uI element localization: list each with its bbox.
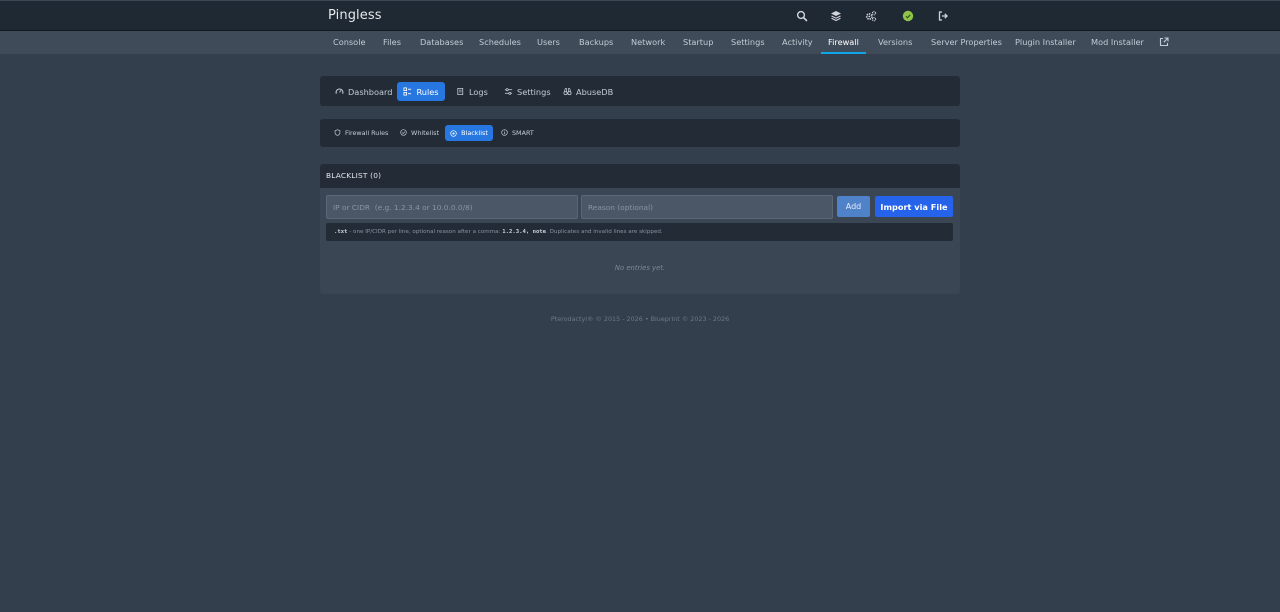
tab-logs-label: Logs: [469, 86, 488, 97]
subtab-smart-label: SMART: [512, 128, 534, 137]
tab-logs[interactable]: Logs: [456, 82, 488, 101]
nav-console[interactable]: Console: [333, 31, 366, 54]
nav-firewall[interactable]: Firewall: [821, 31, 866, 54]
nav-plugin-installer[interactable]: Plugin Installer: [1015, 31, 1076, 54]
info-circle-icon: [501, 129, 508, 136]
subtab-whitelist-label: Whitelist: [411, 128, 439, 137]
cogs-icon[interactable]: [865, 10, 877, 22]
add-button[interactable]: Add: [837, 196, 870, 217]
binoculars-icon: [563, 88, 572, 96]
empty-state: No entries yet.: [614, 264, 666, 272]
subtab-whitelist[interactable]: Whitelist: [400, 125, 439, 140]
nav-network[interactable]: Network: [631, 31, 665, 54]
nav-settings[interactable]: Settings: [731, 31, 765, 54]
tab-abusedb[interactable]: AbuseDB: [563, 82, 613, 101]
blacklist-card: BLACKLIST (0) Add Import via File .txt -…: [320, 164, 960, 294]
ban-icon: [450, 129, 457, 137]
nav-backups[interactable]: Backups: [579, 31, 613, 54]
nav-schedules[interactable]: Schedules: [479, 31, 521, 54]
nav-startup[interactable]: Startup: [683, 31, 713, 54]
nav-versions[interactable]: Versions: [878, 31, 912, 54]
tab-settings-label: Settings: [517, 86, 551, 97]
nav-users[interactable]: Users: [537, 31, 560, 54]
shield-icon: [334, 129, 341, 136]
tab-dashboard[interactable]: Dashboard: [335, 82, 392, 101]
tab-dashboard-label: Dashboard: [348, 86, 393, 97]
status-icon[interactable]: [902, 10, 914, 22]
subtab-firewall-rules-label: Firewall Rules: [345, 128, 389, 137]
scroll-icon: [457, 87, 464, 96]
hint-text-2: . Duplicates and invalid lines are skipp…: [546, 229, 663, 235]
import-file-button[interactable]: Import via File: [875, 196, 953, 217]
external-link-icon[interactable]: [1159, 37, 1169, 47]
tab-abusedb-label: AbuseDB: [576, 86, 614, 97]
list-check-icon: [403, 87, 412, 96]
top-bar: Pingless: [0, 0, 1280, 31]
layers-icon[interactable]: [830, 10, 842, 22]
logout-icon[interactable]: [937, 10, 949, 22]
reason-input[interactable]: [581, 195, 833, 219]
server-nav: Console Files Databases Schedules Users …: [0, 31, 1280, 54]
rules-subtabs: Firewall Rules Whitelist Blacklist SMART: [320, 119, 960, 147]
hint-text-1: - one IP/CIDR per line, optional reason …: [347, 229, 503, 235]
tab-rules-label: Rules: [416, 86, 439, 97]
blacklist-title: BLACKLIST (0): [326, 171, 382, 180]
hint-extension: .txt: [334, 229, 348, 235]
tab-rules[interactable]: Rules: [397, 82, 445, 101]
nav-files[interactable]: Files: [383, 31, 401, 54]
subtab-blacklist-label: Blacklist: [461, 129, 488, 137]
nav-mod-installer[interactable]: Mod Installer: [1091, 31, 1144, 54]
tab-settings[interactable]: Settings: [504, 82, 551, 101]
hint-example: 1.2.3.4, note: [502, 229, 547, 235]
footer: Pterodactyl® © 2015 - 2026 • Blueprint ©…: [550, 315, 730, 323]
nav-activity[interactable]: Activity: [782, 31, 813, 54]
gauge-icon: [335, 88, 344, 94]
nav-databases[interactable]: Databases: [420, 31, 463, 54]
ip-input[interactable]: [326, 195, 578, 219]
sliders-icon: [504, 88, 513, 95]
app-title[interactable]: Pingless: [328, 8, 382, 23]
subtab-firewall-rules[interactable]: Firewall Rules: [334, 125, 388, 140]
import-hint: .txt - one IP/CIDR per line, optional re…: [326, 223, 953, 241]
subtab-smart[interactable]: SMART: [501, 125, 534, 140]
search-icon[interactable]: [796, 10, 808, 22]
subtab-blacklist[interactable]: Blacklist: [445, 125, 493, 141]
firewall-tabs: Dashboard Rules Logs Settings AbuseDB: [320, 76, 960, 106]
nav-server-properties[interactable]: Server Properties: [931, 31, 1002, 54]
blacklist-header: BLACKLIST (0): [320, 164, 960, 188]
check-circle-icon: [400, 129, 407, 136]
